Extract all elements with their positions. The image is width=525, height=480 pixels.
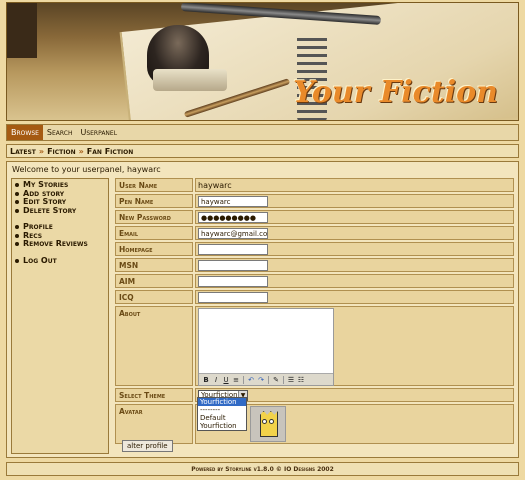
welcome-text: Welcome to your userpanel, haywarc <box>12 165 161 174</box>
bullet-icon <box>15 242 19 247</box>
breadcrumb-fanfiction[interactable]: Fan Fiction <box>87 147 133 156</box>
underline-icon[interactable]: U <box>221 376 231 384</box>
label-about: About <box>115 306 193 386</box>
profile-form: User Name haywarc Pen Name haywarc New P… <box>115 178 514 446</box>
about-editor[interactable]: B I U ≡ ↶ ↷ ✎ ☰ ☷ <box>198 308 334 386</box>
redo-icon[interactable]: ↷ <box>256 376 266 384</box>
main-content: Welcome to your userpanel, haywarc My St… <box>6 161 519 458</box>
breadcrumb: Latest » Fiction » Fan Fiction <box>6 144 519 158</box>
sidebar-item-logout[interactable]: Log Out <box>15 256 105 266</box>
cleanup-icon[interactable]: ✎ <box>271 376 281 384</box>
nav-search[interactable]: Search <box>43 125 77 140</box>
editor-toolbar: B I U ≡ ↶ ↷ ✎ ☰ ☷ <box>199 373 333 385</box>
avatar-eye <box>262 419 267 424</box>
label-avatar: Avatar <box>115 404 193 444</box>
label-password: New Password <box>115 210 193 224</box>
row-avatar: Avatar <box>115 404 514 444</box>
italic-icon[interactable]: I <box>211 376 221 384</box>
bullet-icon <box>15 258 19 263</box>
label-theme: Select Theme <box>115 388 193 402</box>
bullet-icon <box>15 191 19 196</box>
homepage-input[interactable] <box>198 243 268 255</box>
sidebar-menu: My Stories Add story Edit Story Delete S… <box>11 178 109 454</box>
footer: Powered by Storyline v1.8.0 © IO Designs… <box>6 462 519 476</box>
bullet-icon <box>15 225 19 230</box>
alter-profile-button[interactable]: alter profile <box>122 440 173 452</box>
icq-input[interactable] <box>198 291 268 303</box>
site-logo: Your Fiction <box>293 75 498 110</box>
theme-option[interactable]: Yourfiction <box>198 422 246 430</box>
numbered-list-icon[interactable]: ☷ <box>296 376 306 384</box>
breadcrumb-separator: » <box>38 146 45 156</box>
label-email: Email <box>115 226 193 240</box>
row-homepage: Homepage <box>115 242 514 256</box>
avatar-head <box>260 411 278 437</box>
breadcrumb-separator: » <box>78 146 84 156</box>
label-icq: ICQ <box>115 290 193 304</box>
banner-corner <box>7 3 37 58</box>
nav-userpanel[interactable]: Userpanel <box>76 125 121 140</box>
breadcrumb-latest[interactable]: Latest <box>10 147 36 156</box>
penname-input[interactable]: haywarc <box>198 195 268 207</box>
nav-browse[interactable]: Browse <box>7 125 43 140</box>
row-about: About B I U ≡ ↶ ↷ ✎ ☰ ☷ <box>115 306 514 386</box>
main-nav: Browse Search Userpanel <box>6 124 519 141</box>
avatar-eye <box>269 419 274 424</box>
row-penname: Pen Name haywarc <box>115 194 514 208</box>
label-aim: AIM <box>115 274 193 288</box>
banner-inkwell-base <box>153 69 227 91</box>
theme-dropdown: Yourfiction -------- Default Yourfiction <box>197 397 247 431</box>
bullet-icon <box>15 208 19 213</box>
theme-option[interactable]: -------- <box>198 406 246 414</box>
row-email: Email haywarc@gmail.com <box>115 226 514 240</box>
label-msn: MSN <box>115 258 193 272</box>
bullet-icon <box>15 200 19 205</box>
aim-input[interactable] <box>198 275 268 287</box>
avatar <box>250 406 286 442</box>
theme-option[interactable]: Default <box>198 414 246 422</box>
row-aim: AIM <box>115 274 514 288</box>
row-msn: MSN <box>115 258 514 272</box>
strike-icon[interactable]: ≡ <box>231 376 241 384</box>
row-username: User Name haywarc <box>115 178 514 192</box>
undo-icon[interactable]: ↶ <box>246 376 256 384</box>
sidebar-item-delete-story[interactable]: Delete Story <box>15 206 105 216</box>
bold-icon[interactable]: B <box>201 376 211 384</box>
username-value: haywarc <box>198 180 232 190</box>
row-password: New Password ●●●●●●●●● <box>115 210 514 224</box>
email-input[interactable]: haywarc@gmail.com <box>198 227 268 239</box>
row-icq: ICQ <box>115 290 514 304</box>
label-username: User Name <box>115 178 193 192</box>
bullet-list-icon[interactable]: ☰ <box>286 376 296 384</box>
label-homepage: Homepage <box>115 242 193 256</box>
breadcrumb-fiction[interactable]: Fiction <box>47 147 76 156</box>
msn-input[interactable] <box>198 259 268 271</box>
row-theme: Select Theme Yourfiction ▼ <box>115 388 514 402</box>
sidebar-item-remove-reviews[interactable]: Remove Reviews <box>15 239 105 249</box>
header-banner: Your Fiction <box>6 2 519 121</box>
bullet-icon <box>15 183 19 188</box>
bullet-icon <box>15 233 19 238</box>
label-penname: Pen Name <box>115 194 193 208</box>
password-input[interactable]: ●●●●●●●●● <box>198 211 268 223</box>
theme-option[interactable]: Yourfiction <box>198 398 246 406</box>
